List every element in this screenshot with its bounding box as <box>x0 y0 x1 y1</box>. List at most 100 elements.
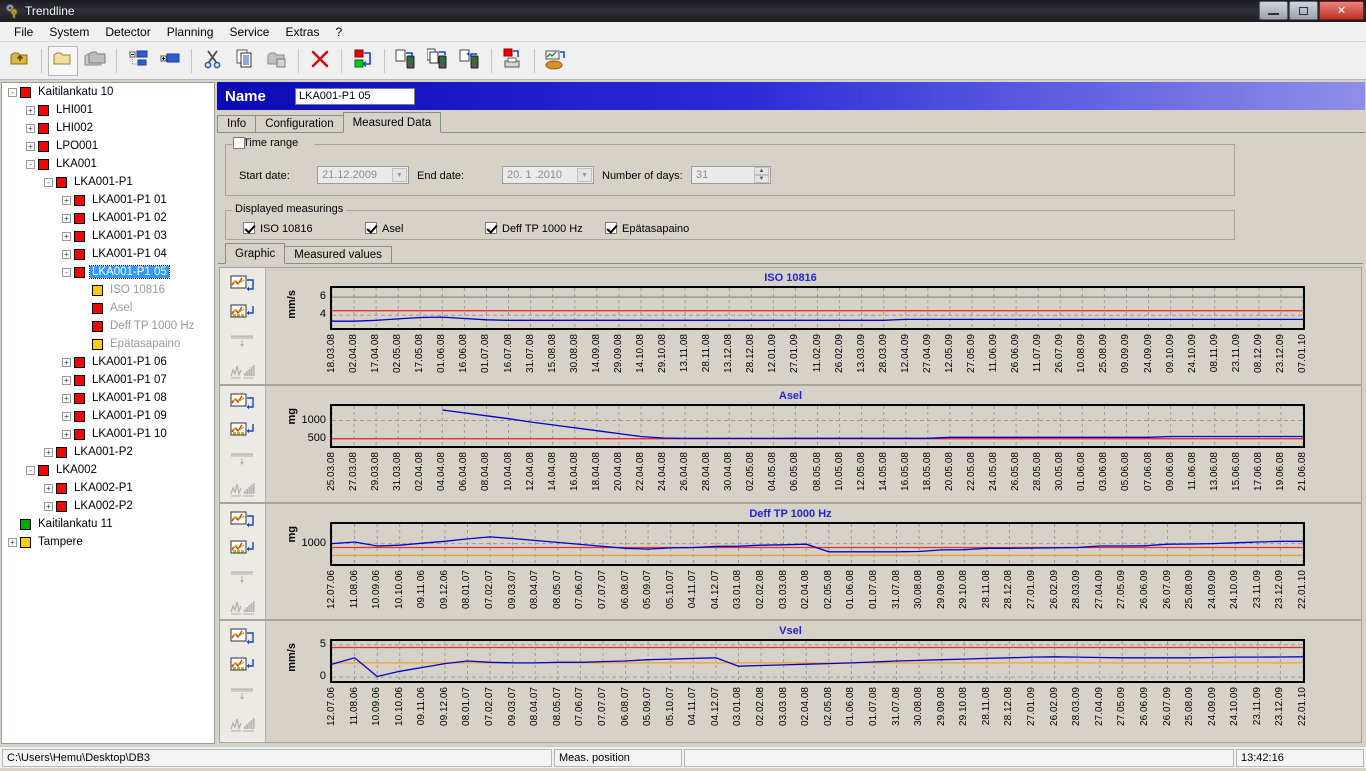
tree-item[interactable]: - LKA001-P1 <box>2 173 214 191</box>
tree-expand-icon[interactable]: + <box>62 429 71 439</box>
tab-measured-values[interactable]: Measured values <box>284 246 392 264</box>
tree-item[interactable]: + Tampere <box>2 533 214 551</box>
tree-item[interactable]: - LKA001-P1 05 <box>2 263 214 281</box>
toolbar-export-chart-icon[interactable] <box>541 46 571 76</box>
tree-item[interactable]: ISO 10816 <box>2 281 214 299</box>
chart-zoom-out-icon[interactable] <box>228 653 258 679</box>
tree-collapse-icon[interactable]: - <box>44 177 53 187</box>
measuring-check-iso[interactable]: ISO 10816 <box>243 222 313 235</box>
tree-expand-icon[interactable]: + <box>62 375 71 385</box>
tree-item[interactable]: + LKA001-P1 07 <box>2 371 214 389</box>
tree-expand-icon[interactable]: + <box>26 141 35 151</box>
menu-item-extras[interactable]: Extras <box>277 23 327 41</box>
tree-item[interactable]: Asel <box>2 299 214 317</box>
end-date-field[interactable]: 20. 1 .2010 ▼ <box>502 166 594 184</box>
name-input[interactable] <box>295 87 415 105</box>
chart-zoom-out-icon[interactable] <box>228 300 258 326</box>
close-button[interactable]: ✕ <box>1319 1 1364 20</box>
tree-collapse-icon[interactable]: - <box>62 267 71 277</box>
toolbar-copy-icon[interactable] <box>230 46 260 76</box>
chart-zoom-out-icon[interactable] <box>228 536 258 562</box>
tree-expand-icon[interactable]: + <box>62 195 71 205</box>
tree-expand-icon[interactable]: + <box>26 105 35 115</box>
chart-type-icon[interactable] <box>228 358 258 384</box>
toolbar-expand-tree-icon[interactable] <box>155 46 185 76</box>
number-of-days-field[interactable]: 31 ▲ ▼ <box>691 166 771 184</box>
tree-expand-icon[interactable]: + <box>62 249 71 259</box>
tree-item[interactable]: + LKA001-P1 08 <box>2 389 214 407</box>
tree-item[interactable]: Deff TP 1000 Hz <box>2 317 214 335</box>
menu-item-help[interactable]: ? <box>327 23 350 41</box>
tree-collapse-icon[interactable]: - <box>8 87 17 97</box>
menu-item-detector[interactable]: Detector <box>97 23 158 41</box>
tree-item[interactable]: + LKA001-P1 02 <box>2 209 214 227</box>
toolbar-collapse-tree-icon[interactable] <box>123 46 153 76</box>
tree-item[interactable]: + LKA001-P2 <box>2 443 214 461</box>
tree-expand-icon[interactable]: + <box>44 447 53 457</box>
tree-item[interactable]: - LKA001 <box>2 155 214 173</box>
chart-plot-area[interactable] <box>330 639 1305 683</box>
tree-expand-icon[interactable]: + <box>62 213 71 223</box>
number-of-days-spinner[interactable]: ▲ ▼ <box>754 167 769 183</box>
tree-item[interactable]: Epätasapaino <box>2 335 214 353</box>
toolbar-print-status-icon[interactable] <box>498 46 528 76</box>
menu-item-system[interactable]: System <box>41 23 97 41</box>
tree-expand-icon[interactable]: + <box>62 357 71 367</box>
tree-item[interactable]: + LHI001 <box>2 101 214 119</box>
start-date-dropdown-icon[interactable]: ▼ <box>392 168 407 182</box>
tree-item[interactable]: + LPO001 <box>2 137 214 155</box>
tree-item[interactable]: + LKA001-P1 06 <box>2 353 214 371</box>
tree-item[interactable]: + LKA001-P1 01 <box>2 191 214 209</box>
time-range-checkbox[interactable] <box>233 137 245 149</box>
chart-plot-area[interactable] <box>330 286 1305 330</box>
tab-configuration[interactable]: Configuration <box>255 115 344 133</box>
tree-expand-icon[interactable]: + <box>62 393 71 403</box>
tree-item[interactable]: + LKA001-P1 04 <box>2 245 214 263</box>
deff-checkbox[interactable] <box>485 222 497 234</box>
chart-scale-icon[interactable] <box>228 447 258 473</box>
start-date-field[interactable]: 21.12.2009 ▼ <box>317 166 409 184</box>
time-range-checkbox-wrap[interactable] <box>233 137 250 149</box>
tree-expand-icon[interactable]: + <box>62 231 71 241</box>
tree-item[interactable]: + LKA001-P1 09 <box>2 407 214 425</box>
toolbar-delete-icon[interactable] <box>305 46 335 76</box>
tree-expand-icon[interactable]: + <box>44 483 53 493</box>
toolbar-receive-device-icon[interactable] <box>455 46 485 76</box>
tree-item[interactable]: - LKA002 <box>2 461 214 479</box>
toolbar-paste-icon[interactable] <box>262 46 292 76</box>
tree-item[interactable]: + LKA002-P2 <box>2 497 214 515</box>
maximize-button[interactable] <box>1289 1 1318 20</box>
tree-collapse-icon[interactable]: - <box>26 159 35 169</box>
device-tree[interactable]: - Kaitilankatu 10 + LHI001 + LHI002 + LPO001- LK… <box>1 82 215 744</box>
tree-item[interactable]: Kaitilankatu 11 <box>2 515 214 533</box>
tab-graphic[interactable]: Graphic <box>225 243 286 264</box>
epatasapaino-checkbox[interactable] <box>605 222 617 234</box>
chart-type-icon[interactable] <box>228 711 258 737</box>
chart-scale-icon[interactable] <box>228 329 258 355</box>
tree-item[interactable]: + LKA002-P1 <box>2 479 214 497</box>
chart-scale-icon[interactable] <box>228 682 258 708</box>
measuring-check-epatasapaino[interactable]: Epätasapaino <box>605 222 689 235</box>
tree-item[interactable]: - Kaitilankatu 10 <box>2 83 214 101</box>
measuring-check-asel[interactable]: Asel <box>365 222 403 235</box>
asel-checkbox[interactable] <box>365 222 377 234</box>
menu-item-service[interactable]: Service <box>221 23 277 41</box>
end-date-dropdown-icon[interactable]: ▼ <box>577 168 592 182</box>
measuring-check-deff[interactable]: Deff TP 1000 Hz <box>485 222 583 235</box>
menu-item-planning[interactable]: Planning <box>159 23 222 41</box>
toolbar-status-transfer-icon[interactable] <box>348 46 378 76</box>
chart-plot-area[interactable] <box>330 522 1305 566</box>
menu-item-file[interactable]: File <box>6 23 41 41</box>
tree-expand-icon[interactable]: + <box>44 501 53 511</box>
tree-expand-icon[interactable]: + <box>8 537 17 547</box>
tree-expand-icon[interactable]: + <box>26 123 35 133</box>
tree-item[interactable]: + LKA001-P1 03 <box>2 227 214 245</box>
chart-type-icon[interactable] <box>228 594 258 620</box>
tab-info[interactable]: Info <box>217 115 257 133</box>
minimize-button[interactable] <box>1259 1 1288 20</box>
toolbar-folder-icon[interactable] <box>48 45 78 76</box>
tree-expand-icon[interactable]: + <box>62 411 71 421</box>
toolbar-cut-icon[interactable] <box>198 46 228 76</box>
toolbar-send-device-icon[interactable] <box>391 46 421 76</box>
tree-item[interactable]: + LHI002 <box>2 119 214 137</box>
